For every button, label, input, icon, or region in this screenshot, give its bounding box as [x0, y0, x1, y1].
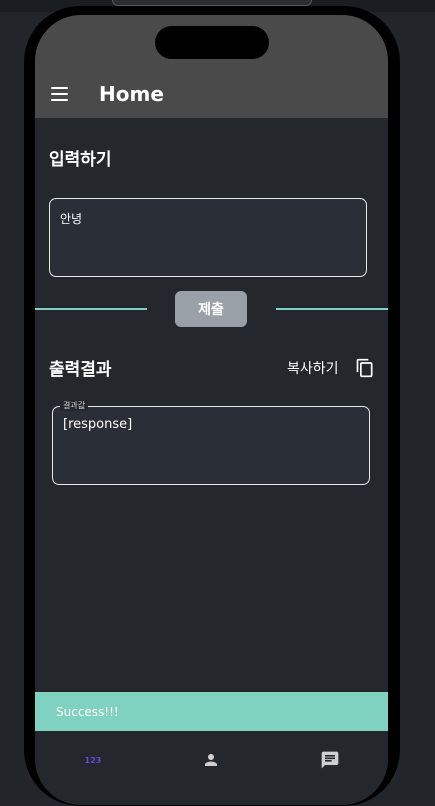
divider-left — [35, 308, 147, 310]
nav-item-person[interactable] — [181, 745, 241, 775]
nav-item-chat[interactable] — [300, 745, 360, 775]
input-field[interactable]: 안녕 — [49, 198, 367, 277]
phone-frame: Home 입력하기 안녕 제출 출력결과 복사하기 결과값 [response]… — [24, 6, 400, 806]
snackbar: Success!!! — [35, 692, 388, 731]
page-title: Home — [99, 82, 164, 106]
copy-button-label: 복사하기 — [287, 361, 339, 377]
dynamic-island — [155, 26, 269, 59]
menu-icon[interactable] — [50, 84, 70, 104]
input-field-value: 안녕 — [60, 212, 83, 226]
output-field-label: 결과값 — [60, 401, 89, 411]
chat-icon — [321, 751, 339, 769]
divider-right — [276, 308, 388, 310]
copy-icon[interactable] — [355, 358, 375, 378]
phone-screen: Home 입력하기 안녕 제출 출력결과 복사하기 결과값 [response]… — [35, 15, 388, 805]
output-section-title: 출력결과 — [49, 360, 112, 380]
person-icon — [205, 754, 217, 766]
output-field[interactable]: 결과값 [response] — [52, 401, 370, 485]
output-field-value: [response] — [63, 417, 133, 432]
copy-button[interactable]: 복사하기 — [287, 357, 375, 379]
app-bar: Home — [35, 15, 388, 118]
snackbar-message: Success!!! — [56, 704, 119, 719]
numbers-icon: 123 — [84, 755, 102, 765]
input-section-title: 입력하기 — [49, 150, 112, 170]
bottom-nav: 123 — [35, 731, 388, 805]
nav-item-numbers[interactable]: 123 — [63, 745, 123, 775]
submit-button[interactable]: 제출 — [175, 291, 247, 327]
